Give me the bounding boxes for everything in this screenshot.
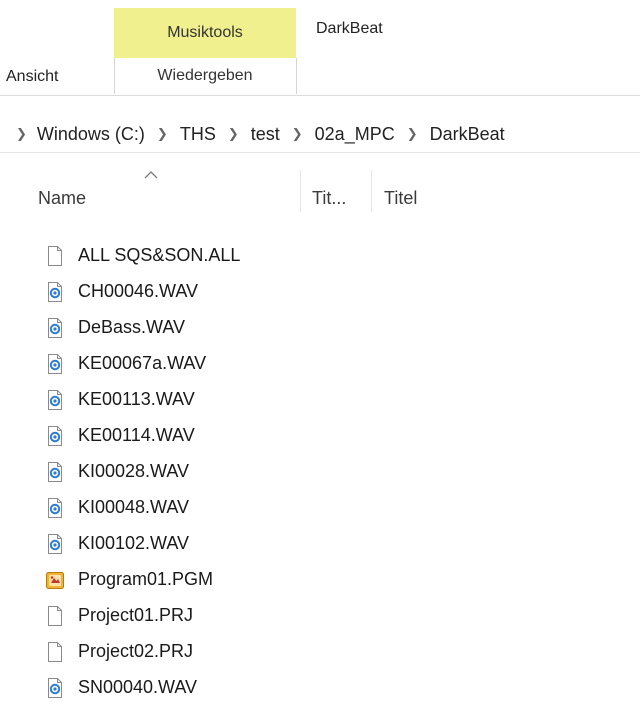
generic-file-icon xyxy=(44,605,66,627)
file-name: KI00048.WAV xyxy=(78,497,190,517)
list-item[interactable]: SN00040.WAV xyxy=(0,669,640,705)
chevron-right-icon[interactable]: ❯ xyxy=(157,126,168,142)
file-name: SN00040.WAV xyxy=(78,677,198,697)
breadcrumb-item-darkbeat[interactable]: DarkBeat xyxy=(430,124,505,145)
breadcrumb: ❯ Windows (C:) ❯ THS ❯ test ❯ 02a_MPC ❯ … xyxy=(16,116,505,152)
list-item[interactable]: KE00114.WAV xyxy=(0,417,640,453)
audio-file-icon xyxy=(44,389,66,411)
tab-wiedergeben[interactable]: Wiedergeben xyxy=(114,58,296,94)
file-name: DeBass.WAV xyxy=(78,317,186,337)
tab-divider xyxy=(296,58,297,94)
file-name: Project01.PRJ xyxy=(78,605,194,625)
column-divider[interactable] xyxy=(371,170,372,212)
tab-musiktools[interactable]: Musiktools xyxy=(114,8,296,58)
list-item[interactable]: KI00048.WAV xyxy=(0,489,640,525)
column-header-name[interactable]: Name xyxy=(38,188,86,209)
file-name: KI00102.WAV xyxy=(78,533,190,553)
list-item[interactable]: KE00067a.WAV xyxy=(0,345,640,381)
list-item[interactable]: DeBass.WAV xyxy=(0,309,640,345)
audio-file-icon xyxy=(44,677,66,699)
file-name: Program01.PGM xyxy=(78,569,214,589)
generic-file-icon xyxy=(44,641,66,663)
audio-file-icon xyxy=(44,425,66,447)
list-item[interactable]: KI00102.WAV xyxy=(0,525,640,561)
chevron-right-icon[interactable]: ❯ xyxy=(16,126,27,142)
file-name: KE00067a.WAV xyxy=(78,353,207,373)
breadcrumb-item-test[interactable]: test xyxy=(251,124,280,145)
audio-file-icon xyxy=(44,533,66,555)
tab-wiedergeben-label: Wiedergeben xyxy=(157,67,253,84)
breadcrumb-item-drive[interactable]: Windows (C:) xyxy=(37,124,145,145)
address-bar[interactable]: ❯ Windows (C:) ❯ THS ❯ test ❯ 02a_MPC ❯ … xyxy=(0,116,640,153)
column-header-titel[interactable]: Titel xyxy=(384,188,417,209)
file-name: CH00046.WAV xyxy=(78,281,199,301)
ribbon: Musiktools DarkBeat Ansicht Wiedergeben xyxy=(0,0,640,96)
breadcrumb-item-02a-mpc[interactable]: 02a_MPC xyxy=(315,124,395,145)
list-item[interactable]: Program01.PGM xyxy=(0,561,640,597)
sort-ascending-icon xyxy=(144,171,158,179)
list-item[interactable]: KE00113.WAV xyxy=(0,381,640,417)
list-item[interactable]: Project02.PRJ xyxy=(0,633,640,669)
window-title: DarkBeat xyxy=(316,20,383,37)
breadcrumb-item-ths[interactable]: THS xyxy=(180,124,216,145)
audio-file-icon xyxy=(44,281,66,303)
file-name: ALL SQS&SON.ALL xyxy=(78,245,241,265)
list-item[interactable]: KI00028.WAV xyxy=(0,453,640,489)
file-name: KE00113.WAV xyxy=(78,389,195,409)
chevron-right-icon[interactable]: ❯ xyxy=(228,126,239,142)
generic-file-icon xyxy=(44,245,66,267)
audio-file-icon xyxy=(44,461,66,483)
file-name: KE00114.WAV xyxy=(78,425,195,445)
list-item[interactable]: CH00046.WAV xyxy=(0,273,640,309)
tab-ansicht[interactable]: Ansicht xyxy=(6,68,58,86)
ribbon-border xyxy=(0,95,640,96)
audio-file-icon xyxy=(44,317,66,339)
list-item[interactable]: Project01.PRJ xyxy=(0,597,640,633)
file-name: KI00028.WAV xyxy=(78,461,190,481)
column-header-tit[interactable]: Tit... xyxy=(312,188,346,209)
audio-file-icon xyxy=(44,497,66,519)
chevron-right-icon[interactable]: ❯ xyxy=(292,126,303,142)
program-file-icon xyxy=(44,569,66,591)
context-tab-label: Musiktools xyxy=(167,24,243,41)
chevron-right-icon[interactable]: ❯ xyxy=(407,126,418,142)
file-name: Project02.PRJ xyxy=(78,641,194,661)
audio-file-icon xyxy=(44,353,66,375)
column-divider[interactable] xyxy=(300,170,301,212)
list-item[interactable]: ALL SQS&SON.ALL xyxy=(0,237,640,273)
